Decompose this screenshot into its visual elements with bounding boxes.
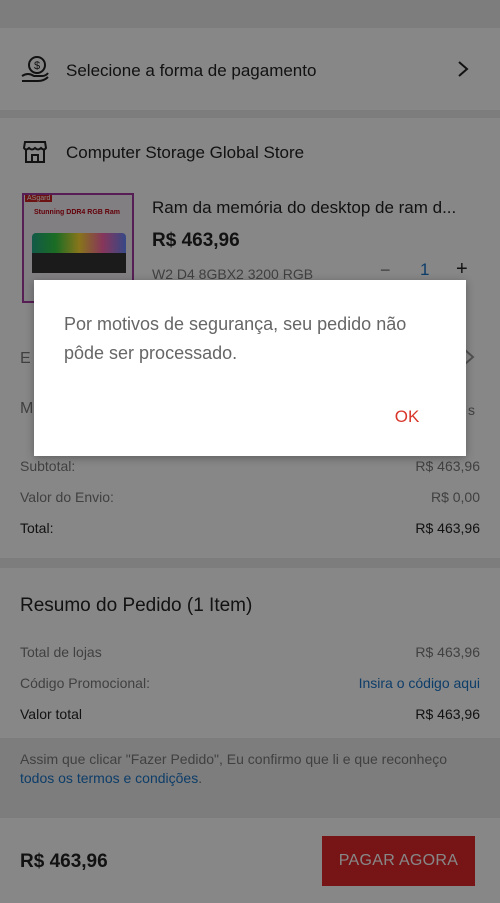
dialog-ok-button[interactable]: OK (382, 402, 432, 432)
security-error-dialog: Por motivos de segurança, seu pedido não… (34, 280, 466, 456)
dialog-message: Por motivos de segurança, seu pedido não… (64, 314, 407, 363)
